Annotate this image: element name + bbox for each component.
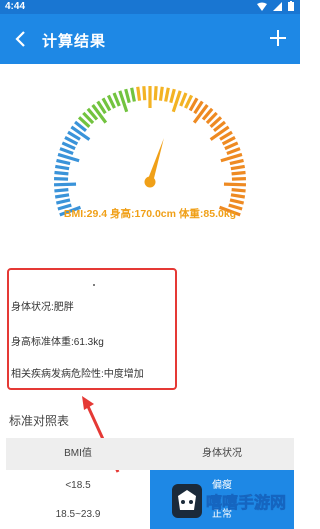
gauge-tick [136, 86, 142, 101]
gauge-tick [124, 88, 131, 104]
gauge-hub [144, 176, 156, 188]
gauge-tick [54, 170, 69, 176]
gauge-tick [55, 164, 70, 171]
gauge-tick [61, 141, 76, 151]
reference-table-header: BMI值 身体状况 [6, 438, 294, 470]
gauge-tick [226, 147, 241, 156]
standard-weight-text: 身高标准体重:61.3kg [11, 337, 104, 348]
gauge-tick [54, 193, 70, 199]
table-cell-bmi: <18.5 [65, 480, 91, 491]
gauge-tick [230, 193, 246, 199]
app-bar: 计算结果 [0, 14, 300, 64]
signal-icon [273, 1, 282, 11]
gauge-tick [54, 188, 69, 193]
plus-icon[interactable] [266, 24, 290, 52]
gauge-tick [184, 94, 194, 109]
gauge-tick [230, 164, 245, 171]
svg-text:嘻嘻手游网: 嘻嘻手游网 [206, 493, 286, 512]
status-icons [257, 1, 294, 11]
body-status-text: 身体状况:肥胖 [11, 302, 74, 313]
battery-icon [288, 1, 294, 11]
gauge-tick [53, 182, 77, 187]
gauge-tick [223, 182, 247, 187]
gauge-tick [169, 88, 176, 104]
bmi-value: BMI:29.4 [63, 208, 108, 220]
gauge-tick [59, 147, 74, 156]
weight-value: 体重:85.0kg [178, 208, 237, 220]
height-value: 身高:170.0cm [110, 208, 176, 220]
bmi-readout: BMI:29.4 身高:170.0cm 体重:85.0kg [0, 206, 300, 221]
gauge-tick [57, 152, 80, 163]
status-column-header: 身体状况 [202, 448, 242, 459]
gauge-tick [130, 87, 136, 102]
gauge-tick [112, 92, 121, 107]
gauge-tick [229, 198, 245, 205]
gauge-tick [179, 92, 188, 107]
gauge-tick [56, 158, 71, 166]
status-bar: 4:44 [0, 0, 300, 14]
gauge-tick [231, 170, 246, 176]
back-arrow-icon[interactable] [10, 27, 32, 51]
gauge-tick [209, 125, 230, 141]
gauge-tick [224, 141, 239, 151]
gauge-tick [229, 158, 244, 166]
panel-dot [93, 284, 95, 286]
gauge-tick [55, 198, 71, 205]
gauge-tick [106, 94, 116, 109]
wifi-icon [257, 2, 267, 11]
gauge-tick [220, 152, 243, 163]
table-cell-bmi: 18.5~23.9 [55, 509, 101, 520]
bmi-column-header: BMI值 [64, 448, 92, 459]
gauge-tick [142, 86, 147, 101]
page-title: 计算结果 [42, 33, 107, 50]
gauge-tick [153, 86, 158, 101]
watermark-logo: 嘻嘻手游网 [172, 484, 286, 518]
result-panel: 身体状况:肥胖 身高标准体重:61.3kg 相关疾病发病危险性:中度增加 [7, 268, 177, 390]
gauge-tick [70, 125, 91, 141]
reference-table-title: 标准对照表 [9, 414, 70, 428]
disease-risk-text: 相关疾病发病危险性:中度增加 [11, 369, 144, 380]
gauge-tick [231, 188, 246, 193]
gauge-needle [147, 138, 164, 183]
status-time: 4:44 [5, 1, 26, 12]
gauge-tick [158, 86, 164, 101]
gauge-tick [164, 87, 170, 102]
